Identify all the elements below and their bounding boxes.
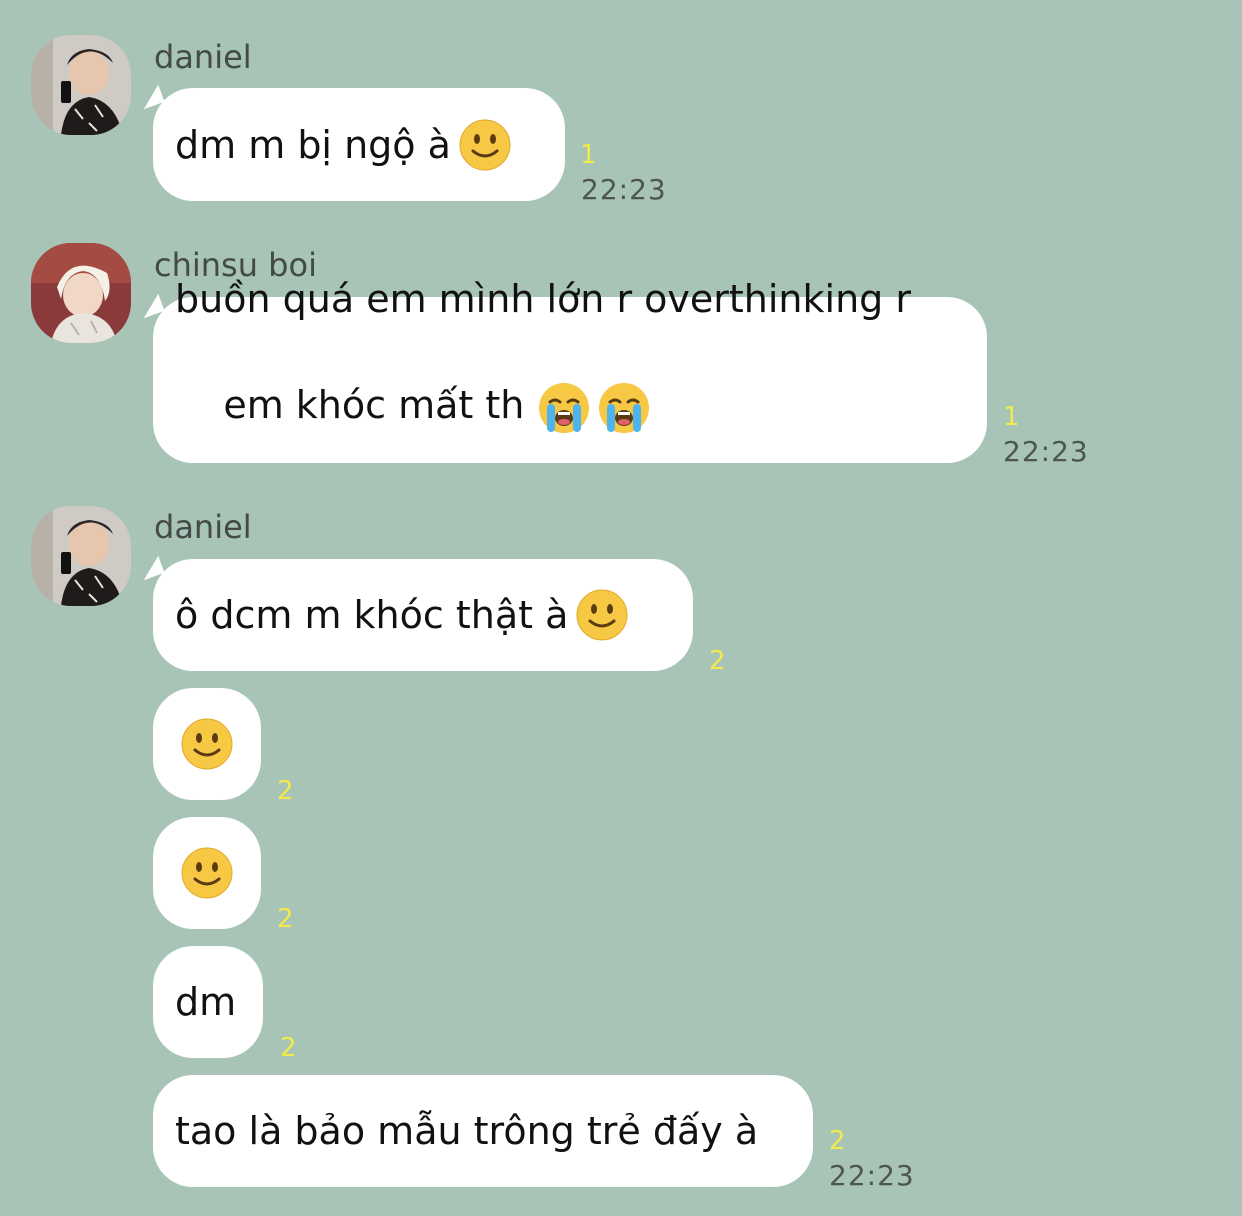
read-count: 2 (829, 1126, 846, 1156)
message-text-line: buồn quá em mình lớn r overthinking r (175, 277, 911, 322)
read-count: 2 (280, 1033, 297, 1063)
slight-smile-emoji (576, 589, 629, 641)
slight-smile-emoji (181, 847, 233, 899)
avatar-daniel[interactable] (31, 506, 131, 606)
message-text: dm m bị ngộ à (175, 122, 451, 167)
timestamp: 22:23 (581, 173, 667, 206)
read-count: 2 (277, 776, 294, 806)
message-bubble[interactable]: dm m bị ngộ à (153, 88, 565, 201)
read-count: 2 (277, 904, 294, 934)
message-text: ô dcm m khóc thật à (175, 593, 569, 637)
loudly-crying-emoji (538, 381, 591, 434)
slight-smile-emoji (181, 718, 233, 770)
message-bubble[interactable]: ô dcm m khóc thật à (153, 559, 693, 671)
sender-name: daniel (154, 508, 252, 546)
message-bubble[interactable]: tao là bảo mẫu trông trẻ đấy à (153, 1075, 813, 1187)
message-text: em khóc mất th (223, 383, 525, 428)
timestamp: 22:23 (829, 1159, 915, 1192)
sender-name: daniel (154, 38, 252, 76)
message-text: dm (175, 980, 237, 1024)
read-count: 2 (709, 646, 726, 676)
message-text-line-2: em khóc mất th (175, 326, 651, 487)
message-bubble[interactable]: dm (153, 946, 263, 1058)
message-bubble[interactable] (153, 817, 261, 929)
loudly-crying-emoji (598, 381, 651, 434)
avatar-chinsu-boi[interactable] (31, 243, 131, 343)
message-bubble[interactable] (153, 688, 261, 800)
timestamp: 22:23 (1003, 435, 1089, 468)
read-count: 1 (1003, 402, 1020, 432)
message-text: tao là bảo mẫu trông trẻ đấy à (175, 1109, 759, 1153)
slight-smile-emoji (458, 118, 511, 171)
read-count: 1 (580, 140, 597, 170)
avatar-daniel[interactable] (31, 35, 131, 135)
message-bubble[interactable]: buồn quá em mình lớn r overthinking r em… (153, 277, 987, 463)
